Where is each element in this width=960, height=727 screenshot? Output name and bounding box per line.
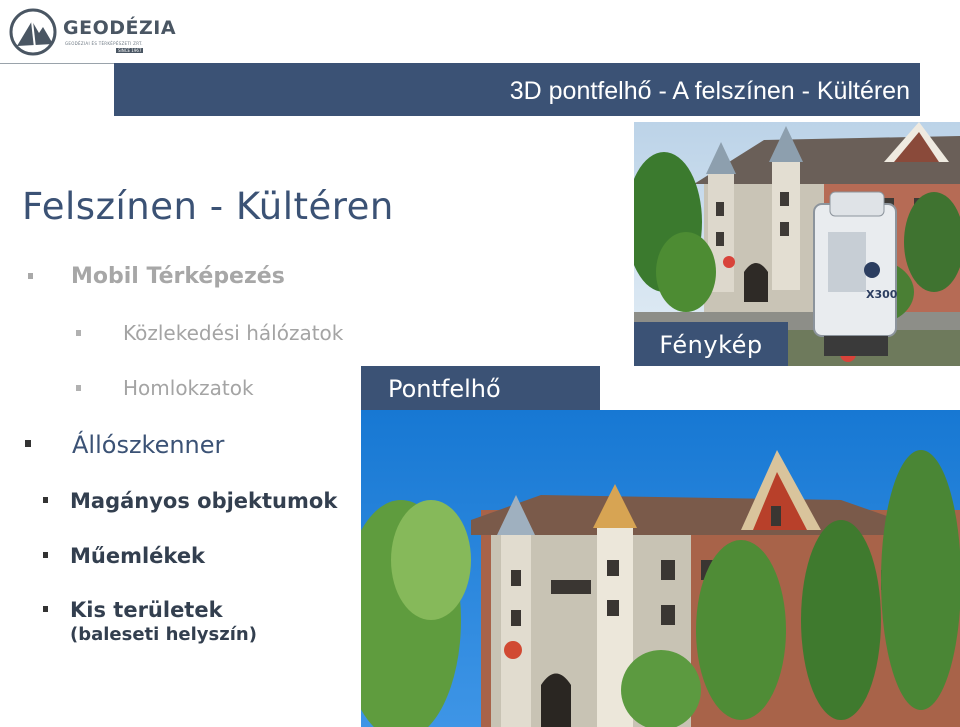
bullet-square-icon	[28, 273, 33, 279]
scanner-model: X300	[866, 288, 898, 301]
bullet-small-areas: Kis területek (baleseti helyszín)	[43, 598, 257, 647]
bullet-mobile-mapping: Mobil Térképezés	[28, 264, 285, 289]
logo-name: GEODÉZIA	[63, 17, 177, 39]
point-cloud-render	[361, 410, 960, 727]
bullet-label: Magányos objektumok	[70, 489, 338, 513]
bullet-label: Közlekedési hálózatok	[123, 321, 344, 345]
bullet-label: Mobil Térképezés	[71, 264, 285, 289]
bullet-square-icon	[43, 552, 48, 558]
photo-label: Fénykép	[634, 322, 788, 366]
bullet-square-icon	[76, 330, 81, 336]
bullet-square-icon	[43, 497, 48, 503]
section-heading: Felszínen - Kültéren	[22, 185, 394, 228]
slide-title: 3D pontfelhő - A felszínen - Kültéren	[509, 77, 910, 105]
company-logo: GEODÉZIA GEODÉZIAI ÉS TÉRKÉPÉSZETI ZRT. …	[8, 6, 176, 62]
point-cloud-label: Pontfelhő	[361, 366, 600, 410]
bullet-label: Állószkenner	[72, 431, 225, 459]
bullet-square-icon	[25, 440, 31, 447]
bullet-label: Műemlékek	[70, 544, 206, 568]
bullet-facades: Homlokzatok	[76, 376, 254, 400]
logo-since: SINCE 1967	[116, 48, 144, 53]
slide-title-bar: 3D pontfelhő - A felszínen - Kültéren	[114, 63, 920, 118]
logo-tagline: GEODÉZIAI ÉS TÉRKÉPÉSZETI ZRT.	[65, 41, 143, 46]
point-cloud-image	[361, 410, 960, 727]
bullet-label: Homlokzatok	[123, 376, 254, 400]
bullet-square-icon	[43, 606, 48, 612]
bullet-square-icon	[76, 385, 81, 391]
logo-mark-icon	[9, 8, 57, 56]
bullet-note: (baleseti helyszín)	[70, 624, 257, 645]
laser-scanner-icon	[813, 191, 897, 356]
bullet-static-scanner: Állószkenner	[25, 431, 224, 459]
bullet-monuments: Műemlékek	[43, 544, 205, 569]
bullet-single-objects: Magányos objektumok	[43, 489, 337, 514]
bullet-label: Kis területek	[70, 598, 223, 622]
bullet-traffic-networks: Közlekedési hálózatok	[76, 321, 343, 345]
